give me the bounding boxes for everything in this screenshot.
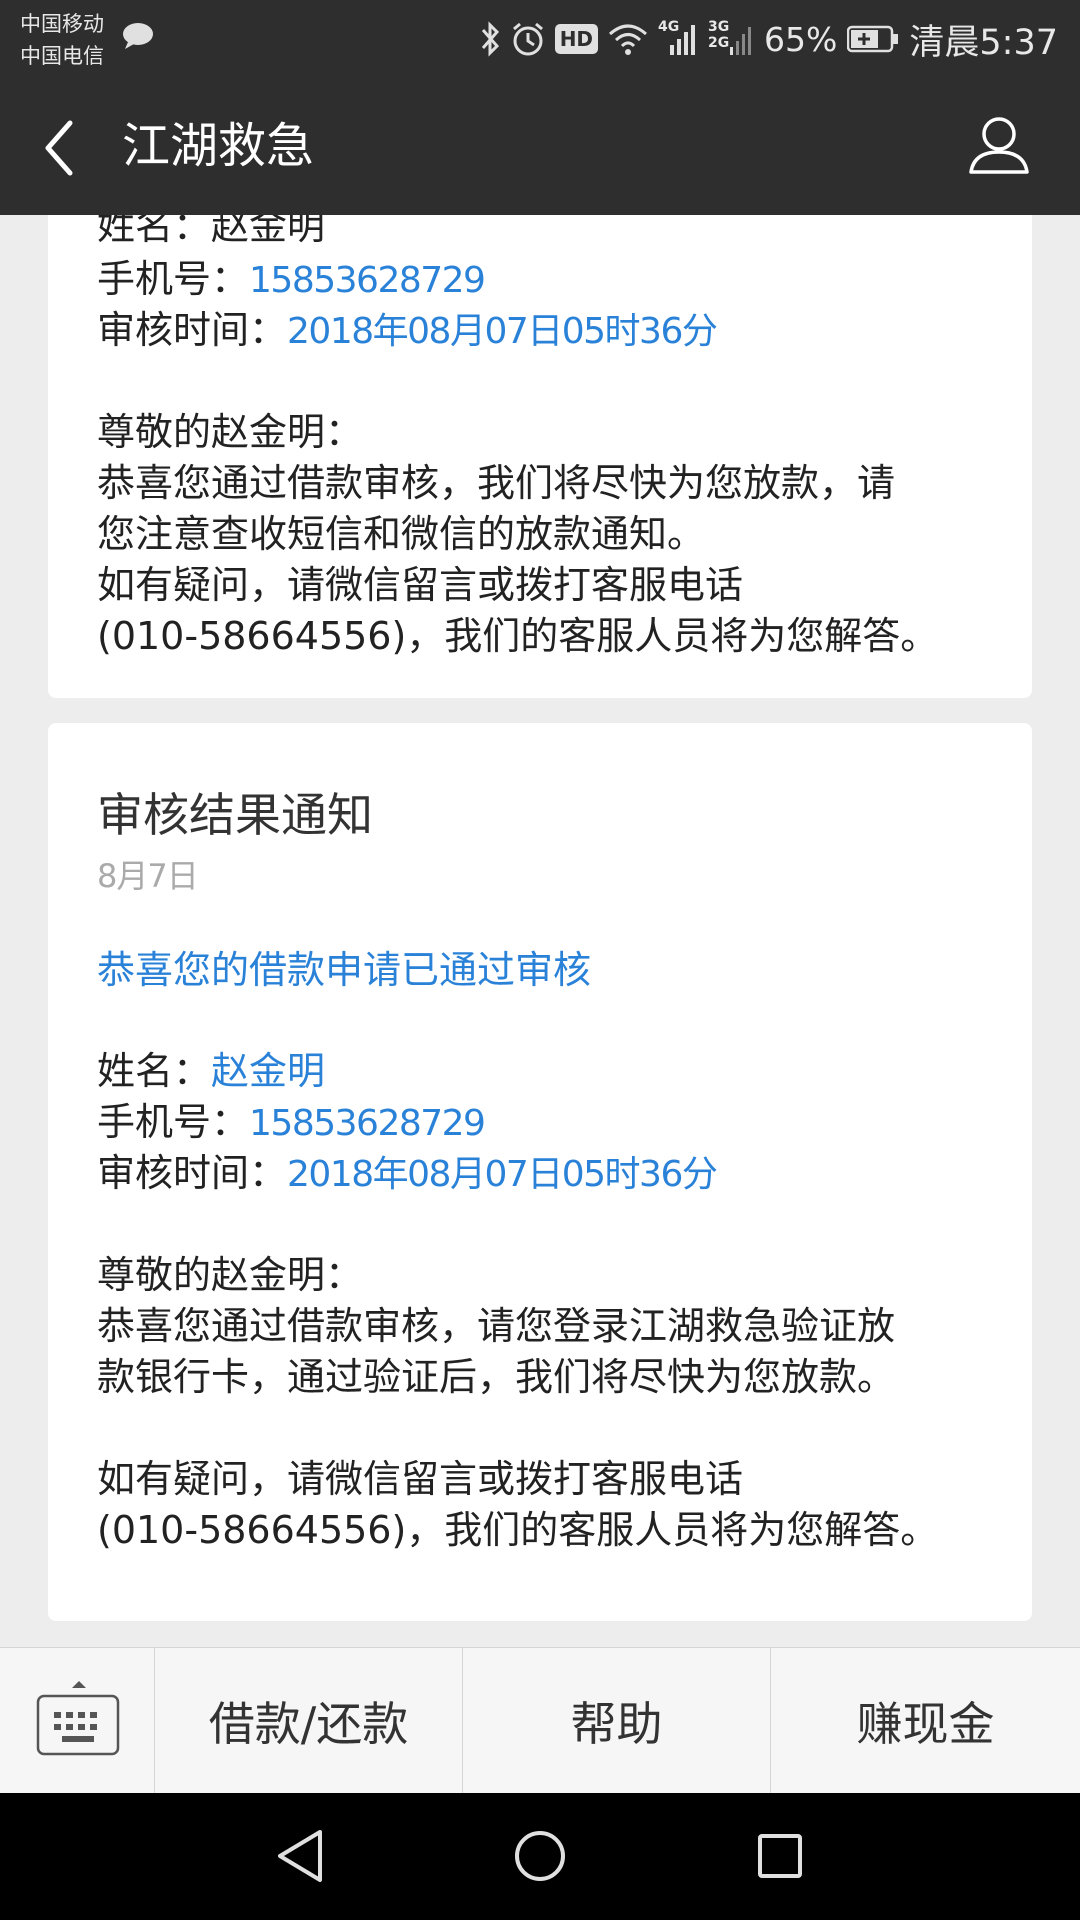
name-row-partial: 姓名：赵金明: [97, 215, 325, 252]
name-value: 赵金明: [211, 1049, 326, 1093]
phone-label: 手机号：: [97, 257, 250, 301]
phone-row: 手机号：15853628729: [97, 1097, 486, 1149]
hd-badge: HD: [554, 24, 599, 54]
name-label: 姓名：: [97, 1049, 212, 1093]
body-line: 恭喜您通过借款审核，请您登录江湖救急验证放: [97, 1304, 896, 1348]
chat-bubble-icon: [123, 23, 153, 49]
review-time-label: 审核时间：: [97, 308, 288, 352]
phone-row: 手机号：15853628729: [97, 254, 486, 306]
headline: 恭喜您的借款申请已通过审核: [97, 948, 592, 992]
greeting: 尊敬的赵金明：: [97, 410, 364, 454]
carrier-1: 中国移动: [20, 12, 104, 36]
keyboard-icon: [36, 1681, 120, 1756]
battery-percent: 65%: [764, 19, 838, 59]
status-bar: 中国移动 中国电信 HD 4G 3G 2G 65% 清晨5:37: [0, 0, 1080, 78]
message-card: 姓名：赵金明 手机号：15853628729 审核时间：2018年08月07日0…: [48, 215, 1032, 698]
signal-bars-icon: [670, 25, 696, 55]
body-line: 款银行卡，通过验证后，我们将尽快为您放款。: [97, 1355, 896, 1399]
body-line: (010-58664556)，我们的客服人员将为您解答。: [97, 1508, 939, 1552]
signal-bars-secondary-icon: [730, 27, 752, 55]
nav-home-icon[interactable]: [512, 1826, 568, 1886]
menu-loan-repay-button[interactable]: 借款/还款: [155, 1648, 463, 1794]
nav-recents-icon[interactable]: [752, 1826, 808, 1886]
wifi-icon: [609, 24, 648, 55]
body-line: (010-58664556)，我们的客服人员将为您解答。: [97, 614, 939, 658]
card-title: 审核结果通知: [97, 788, 373, 842]
alarm-icon: [512, 22, 543, 56]
review-time-label: 审核时间：: [97, 1151, 288, 1195]
nav-back-icon[interactable]: [272, 1826, 328, 1886]
phone-value: 15853628729: [249, 260, 486, 301]
status-icons: HD 4G 3G 2G 65% 清晨5:37: [479, 14, 1058, 64]
review-time-row: 审核时间：2018年08月07日05时36分: [97, 1148, 718, 1200]
message-list[interactable]: 姓名：赵金明 手机号：15853628729 审核时间：2018年08月07日0…: [0, 215, 1080, 1647]
signal-3g2g: 3G 2G: [708, 19, 754, 57]
name-row: 姓名：赵金明: [97, 1046, 325, 1097]
menu-earn-cash-button[interactable]: 赚现金: [771, 1648, 1080, 1794]
menu-help-button[interactable]: 帮助: [463, 1648, 771, 1794]
body-line: 如有疑问，请微信留言或拨打客服电话: [97, 563, 744, 607]
page-title: 江湖救急: [122, 118, 315, 174]
battery-icon: [847, 25, 899, 53]
message-card: 审核结果通知 8月7日 恭喜您的借款申请已通过审核 姓名：赵金明 手机号：158…: [48, 723, 1032, 1621]
profile-icon[interactable]: [968, 114, 1030, 176]
greeting: 尊敬的赵金明：: [97, 1253, 364, 1297]
back-arrow-icon[interactable]: [40, 118, 80, 178]
carrier-2: 中国电信: [20, 44, 104, 68]
keyboard-toggle-button[interactable]: [0, 1648, 155, 1794]
bluetooth-icon: [481, 21, 499, 57]
phone-label: 手机号：: [97, 1100, 250, 1144]
carrier-info: 中国移动 中国电信: [20, 8, 104, 72]
title-bar: 江湖救急: [0, 78, 1080, 215]
review-time-value: 2018年08月07日05时36分: [287, 1154, 718, 1195]
phone-value: 15853628729: [249, 1103, 486, 1144]
review-time-value: 2018年08月07日05时36分: [287, 311, 718, 352]
system-nav-bar: [0, 1793, 1080, 1920]
body-line: 恭喜您通过借款审核，我们将尽快为您放款，请: [97, 461, 896, 505]
bottom-menu: 借款/还款 帮助 赚现金: [0, 1647, 1080, 1794]
clock: 清晨5:37: [909, 22, 1058, 63]
signal-4g: 4G: [658, 19, 698, 57]
body-line: 如有疑问，请微信留言或拨打客服电话: [97, 1457, 744, 1501]
card-date: 8月7日: [97, 857, 199, 895]
review-time-row: 审核时间：2018年08月07日05时36分: [97, 305, 718, 357]
body-line: 您注意查收短信和微信的放款通知。: [97, 512, 706, 556]
name-partial-text: 姓名：赵金明: [97, 215, 326, 248]
